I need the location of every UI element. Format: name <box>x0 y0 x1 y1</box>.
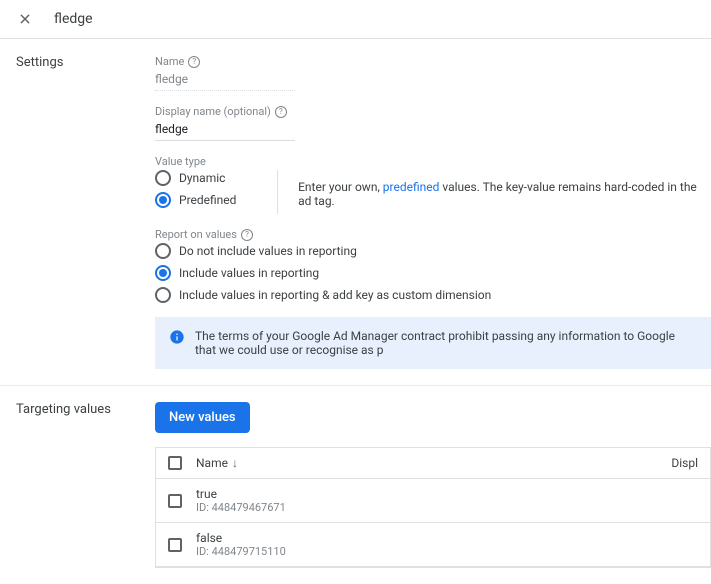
radio-label: Do not include values in reporting <box>179 244 357 258</box>
row-id: ID: 448479715110 <box>196 545 698 558</box>
header: fledge <box>0 0 711 39</box>
radio-label: Include values in reporting <box>179 266 319 280</box>
radio-icon <box>155 265 171 281</box>
select-all-checkbox[interactable] <box>168 456 182 470</box>
value-type-help-text: Enter your own, predefined values. The k… <box>278 170 711 208</box>
row-checkbox[interactable] <box>168 538 182 552</box>
name-field-group: Name ? fledge <box>155 55 711 91</box>
report-none[interactable]: Do not include values in reporting <box>155 243 711 259</box>
radio-icon <box>155 170 171 186</box>
value-type-label: Value type <box>155 155 206 168</box>
radio-label: Predefined <box>179 193 236 207</box>
targeting-section: Targeting values New values Name ↓ Displ… <box>0 386 711 584</box>
table-row[interactable]: true ID: 448479467671 <box>156 479 710 523</box>
row-checkbox[interactable] <box>168 494 182 508</box>
value-type-group: Value type Dynamic Predefined Enter your… <box>155 155 711 214</box>
radio-label: Include values in reporting & add key as… <box>179 288 491 302</box>
table-row[interactable]: false ID: 448479715110 <box>156 523 710 567</box>
info-icon <box>169 329 185 345</box>
row-name: false <box>196 531 698 545</box>
display-name-field-group: Display name (optional) ? <box>155 105 711 141</box>
row-id: ID: 448479467671 <box>196 501 698 514</box>
info-banner: The terms of your Google Ad Manager cont… <box>155 317 711 369</box>
new-values-button[interactable]: New values <box>155 402 250 433</box>
radio-label: Dynamic <box>179 171 225 185</box>
name-label: Name <box>155 55 184 68</box>
help-icon[interactable]: ? <box>241 229 253 241</box>
predefined-link[interactable]: predefined <box>383 180 440 194</box>
settings-label: Settings <box>0 55 155 385</box>
report-custom[interactable]: Include values in reporting & add key as… <box>155 287 711 303</box>
name-value: fledge <box>155 70 295 91</box>
sort-down-icon: ↓ <box>232 456 238 470</box>
column-name[interactable]: Name ↓ <box>196 456 671 470</box>
page-title: fledge <box>54 11 93 27</box>
value-type-predefined[interactable]: Predefined <box>155 192 267 208</box>
report-group: Report on values ? Do not include values… <box>155 228 711 303</box>
row-name: true <box>196 487 698 501</box>
table-header: Name ↓ Displ <box>156 448 710 479</box>
radio-icon <box>155 192 171 208</box>
report-label: Report on values <box>155 228 237 241</box>
info-text: The terms of your Google Ad Manager cont… <box>195 329 697 357</box>
report-include[interactable]: Include values in reporting <box>155 265 711 281</box>
settings-section: Settings Name ? fledge Display name (opt… <box>0 39 711 386</box>
targeting-label: Targeting values <box>0 402 155 584</box>
help-icon[interactable]: ? <box>275 106 287 118</box>
values-table: Name ↓ Displ true ID: 448479467671 false… <box>155 447 711 568</box>
column-display[interactable]: Displ <box>671 456 698 470</box>
value-type-dynamic[interactable]: Dynamic <box>155 170 267 186</box>
radio-icon <box>155 243 171 259</box>
help-icon[interactable]: ? <box>188 56 200 68</box>
display-name-input[interactable] <box>155 120 295 141</box>
radio-icon <box>155 287 171 303</box>
close-icon[interactable] <box>16 10 34 28</box>
display-name-label: Display name (optional) <box>155 105 271 118</box>
